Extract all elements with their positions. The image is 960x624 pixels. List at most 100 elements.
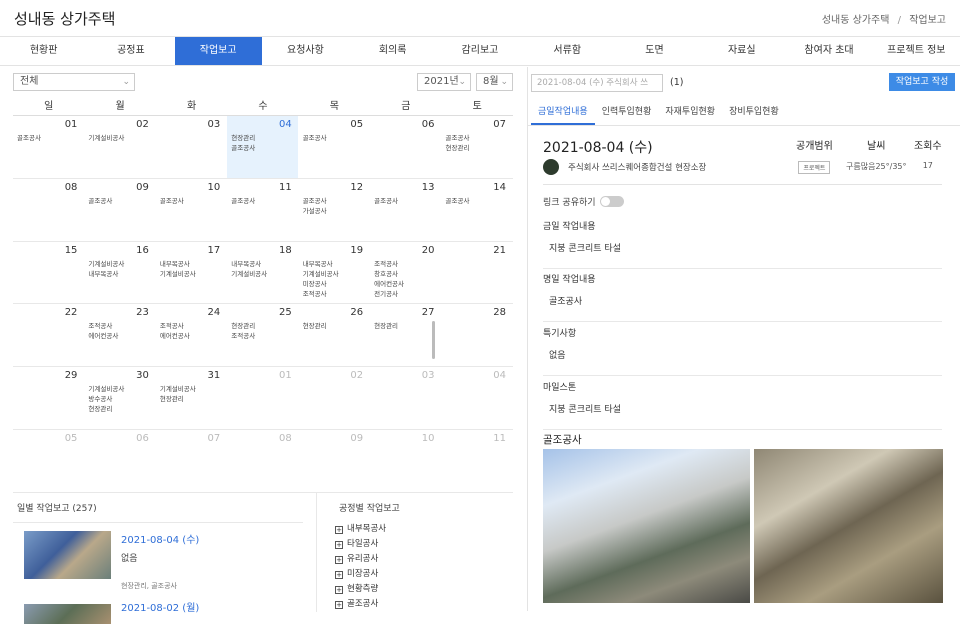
calendar-day[interactable]: 29 (13, 367, 85, 429)
tab-schedule[interactable]: 공정표 (87, 37, 174, 65)
process-item[interactable]: + 유리공사 (335, 552, 516, 567)
calendar-event[interactable]: 내부목공사 (303, 259, 365, 269)
calendar-event[interactable]: 기계설비공사 (160, 384, 222, 394)
calendar-event[interactable]: 기계설비공사 (88, 259, 150, 269)
calendar-event[interactable]: 골조공사 (231, 196, 293, 206)
calendar-event[interactable]: 골조공사 (374, 196, 436, 206)
calendar-day[interactable]: 09 골조공사 (84, 178, 156, 241)
tab-manpower[interactable]: 인력투입현황 (595, 99, 659, 125)
process-item[interactable]: + 현황측량 (335, 582, 516, 597)
calendar-day[interactable]: 02 기계설비공사 (84, 116, 156, 178)
calendar-event[interactable]: 골조공사 (160, 196, 222, 206)
plus-icon[interactable]: + (335, 600, 343, 609)
month-select[interactable]: 8월 ⌄ (476, 73, 513, 91)
calendar-event[interactable]: 기계설비공사 (303, 269, 365, 279)
calendar-day[interactable]: 21 (442, 241, 513, 304)
calendar-day[interactable]: 10 골조공사 (156, 178, 228, 241)
calendar-day[interactable]: 12 골조공사 가설공사 (299, 178, 371, 241)
calendar-day[interactable]: 14 골조공사 (442, 178, 513, 241)
calendar-event[interactable]: 에어컨공사 (160, 331, 222, 341)
calendar-event[interactable]: 기계설비공사 (160, 269, 222, 279)
calendar-event[interactable]: 골조공사 (17, 133, 79, 143)
tab-today-work[interactable]: 금일작업내용 (531, 99, 595, 125)
cell-scrollbar[interactable] (432, 321, 435, 359)
tab-documents[interactable]: 서류함 (524, 37, 611, 65)
calendar-event[interactable]: 현장관리 (303, 321, 365, 331)
calendar-event[interactable]: 현장관리 (160, 394, 222, 404)
calendar-day[interactable]: 10 (370, 429, 442, 492)
calendar-event[interactable]: 내부목공사 (88, 269, 150, 279)
calendar-event[interactable]: 현장관리 (88, 404, 150, 414)
calendar-event[interactable]: 조적공사 (374, 259, 436, 269)
tab-project-info[interactable]: 프로젝트 정보 (873, 37, 960, 65)
calendar-day[interactable]: 08 (227, 429, 299, 492)
calendar-event[interactable]: 골조공사 (88, 196, 150, 206)
calendar-day[interactable]: 25 현장관리 조적공사 (227, 304, 299, 367)
calendar-day[interactable]: 05 골조공사 (299, 116, 371, 178)
process-item[interactable]: + 미장공사 (335, 567, 516, 582)
calendar-day[interactable]: 15 (13, 241, 85, 304)
calendar-day[interactable]: 06 (370, 116, 442, 178)
calendar-event[interactable]: 골조공사 (231, 143, 293, 153)
calendar-day[interactable]: 22 (13, 304, 85, 367)
tab-equipment[interactable]: 장비투입현황 (722, 99, 786, 125)
calendar-day[interactable]: 01 (227, 367, 299, 429)
calendar-day[interactable]: 26 현장관리 (299, 304, 371, 367)
report-date[interactable]: 2021-08-04 (수) (121, 531, 199, 546)
calendar-day[interactable]: 05 (13, 429, 85, 492)
calendar-day[interactable]: 18 내부목공사 기계설비공사 (227, 241, 299, 304)
calendar-event[interactable]: 에어컨공사 (374, 279, 436, 289)
process-item[interactable]: + 타일공사 (335, 537, 516, 552)
daily-report-item[interactable]: 2021-08-04 (수) 없음 현장관리, 골조공사 (13, 531, 303, 591)
calendar-event[interactable]: 기계설비공사 (231, 269, 293, 279)
calendar-day[interactable]: 09 (299, 429, 371, 492)
calendar-event[interactable]: 현장관리 (231, 321, 293, 331)
calendar-event[interactable]: 조적공사 (88, 321, 150, 331)
tab-requests[interactable]: 요청사항 (262, 37, 349, 65)
tab-dashboard[interactable]: 현황판 (0, 37, 87, 65)
process-item[interactable]: + 골조공사 (335, 597, 516, 612)
calendar-day[interactable]: 17 내부목공사 기계설비공사 (156, 241, 228, 304)
calendar-event[interactable]: 에어컨공사 (88, 331, 150, 341)
breadcrumb-project[interactable]: 성내동 상가주택 (822, 15, 890, 26)
calendar-event[interactable]: 기계설비공사 (88, 133, 150, 143)
calendar-day[interactable]: 06 (84, 429, 156, 492)
calendar-event[interactable]: 전기공사 (374, 289, 436, 299)
report-select[interactable]: 2021-08-04 (수) 주식회사 쓰 (531, 74, 663, 92)
calendar-day[interactable]: 30 기계설비공사 방수공사 현장관리 (84, 367, 156, 429)
calendar-event[interactable]: 내부목공사 (231, 259, 293, 269)
calendar-event[interactable]: 조적공사 (303, 289, 365, 299)
calendar-day[interactable]: 24 조적공사 에어컨공사 (156, 304, 228, 367)
calendar-day[interactable]: 07 골조공사 현장관리 (442, 116, 513, 178)
calendar-day[interactable]: 20 조적공사 창호공사 에어컨공사 전기공사 (370, 241, 442, 304)
calendar-day[interactable]: 11 골조공사 (227, 178, 299, 241)
site-photo[interactable] (543, 449, 750, 603)
calendar-day[interactable]: 13 골조공사 (370, 178, 442, 241)
tab-drawings[interactable]: 도면 (611, 37, 698, 65)
calendar-day[interactable]: 01 골조공사 (13, 116, 85, 178)
tab-materials[interactable]: 자재투입현황 (658, 99, 722, 125)
calendar-day[interactable]: 03 (156, 116, 228, 178)
link-share-toggle[interactable] (599, 196, 624, 207)
process-item[interactable]: + 내부목공사 (335, 522, 516, 537)
calendar-event[interactable]: 창호공사 (374, 269, 436, 279)
calendar-day[interactable]: 16 기계설비공사 내부목공사 (84, 241, 156, 304)
plus-icon[interactable]: + (335, 540, 343, 549)
calendar-day[interactable]: 02 (299, 367, 371, 429)
calendar-day[interactable]: 28 (442, 304, 513, 367)
calendar-event[interactable]: 골조공사 (303, 133, 365, 143)
calendar-day[interactable]: 11 (442, 429, 513, 492)
calendar-day[interactable]: 27 현장관리 (370, 304, 442, 367)
calendar-day[interactable]: 19 내부목공사 기계설비공사 미장공사 조적공사 (299, 241, 371, 304)
filter-select[interactable]: 전체 ⌄ (13, 73, 135, 91)
calendar-day[interactable]: 04 (442, 367, 513, 429)
calendar-day[interactable]: 31 기계설비공사 현장관리 (156, 367, 228, 429)
calendar-day[interactable]: 03 (370, 367, 442, 429)
calendar-day[interactable]: 08 (13, 178, 85, 241)
calendar-event[interactable]: 골조공사 (446, 133, 508, 143)
calendar-event[interactable]: 내부목공사 (160, 259, 222, 269)
plus-icon[interactable]: + (335, 525, 343, 534)
calendar-event[interactable]: 골조공사 (446, 196, 508, 206)
site-photo[interactable] (754, 449, 943, 603)
calendar-event[interactable]: 골조공사 (303, 196, 365, 206)
